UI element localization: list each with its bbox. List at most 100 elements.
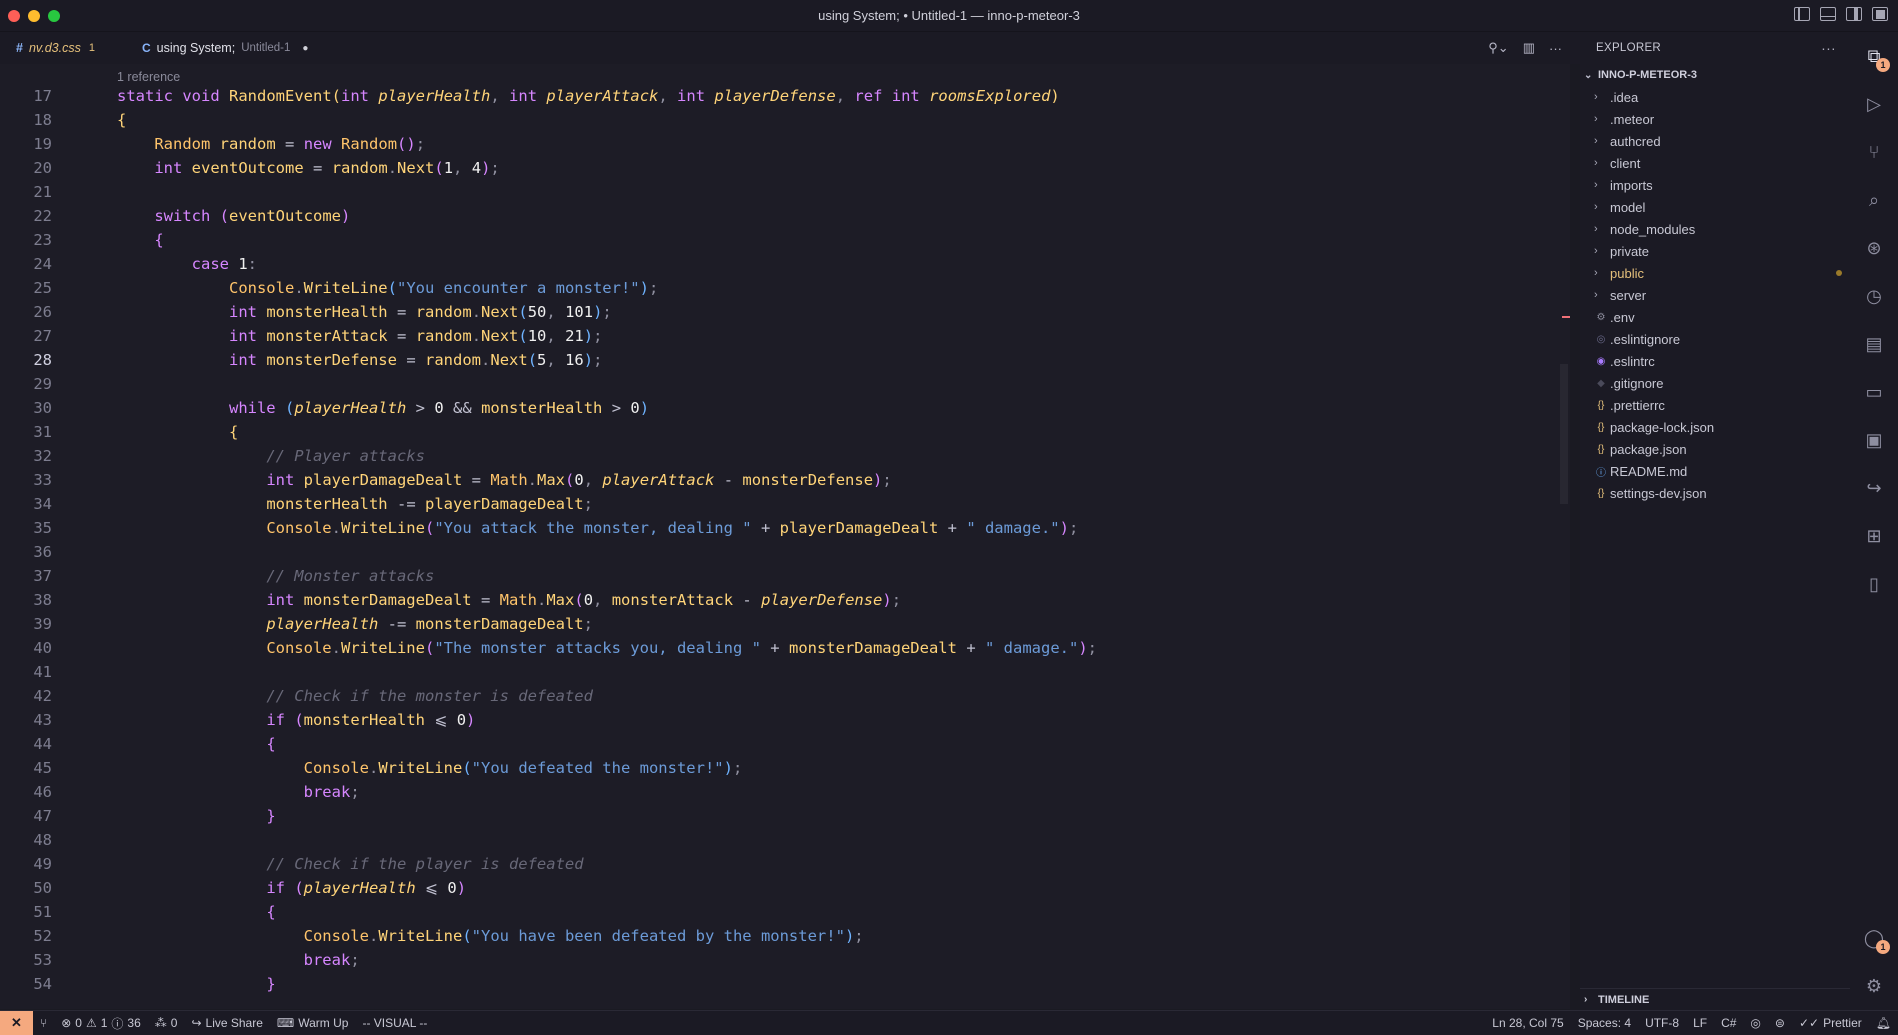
code-line[interactable]: 17 static void RandomEvent(int playerHeal… bbox=[0, 84, 1560, 108]
code-line[interactable]: 51 { bbox=[0, 900, 1560, 924]
code-line[interactable]: 30 while (playerHealth > 0 && monsterHea… bbox=[0, 396, 1560, 420]
prettier-status[interactable]: ✓✓ Prettier bbox=[1792, 1016, 1869, 1030]
customize-layout-icon[interactable] bbox=[1872, 7, 1888, 21]
tree-file[interactable]: {} settings-dev.json bbox=[1580, 482, 1850, 504]
timeline-section[interactable]: › TIMELINE bbox=[1580, 988, 1850, 1010]
settings-gear-icon[interactable]: ⚙ bbox=[1862, 974, 1886, 998]
unsaved-dot-icon[interactable]: ● bbox=[302, 43, 308, 54]
git-history-icon[interactable]: ◷ bbox=[1862, 284, 1886, 308]
code-line[interactable]: 45 Console.WriteLine("You defeated the m… bbox=[0, 756, 1560, 780]
code-line[interactable]: 24 case 1: bbox=[0, 252, 1560, 276]
tree-folder[interactable]: › server bbox=[1580, 284, 1850, 306]
code-line[interactable]: 23 { bbox=[0, 228, 1560, 252]
code-editor[interactable]: 1 reference 17 static void RandomEvent(in… bbox=[0, 64, 1570, 1009]
tree-file[interactable]: {} .prettierrc bbox=[1580, 394, 1850, 416]
code-line[interactable]: 37 // Monster attacks bbox=[0, 564, 1560, 588]
tree-file[interactable]: ◎ .eslintignore bbox=[1580, 328, 1850, 350]
language-mode[interactable]: C# bbox=[1714, 1016, 1743, 1030]
code-line[interactable]: 44 { bbox=[0, 732, 1560, 756]
code-line[interactable]: 31 { bbox=[0, 420, 1560, 444]
end-of-line[interactable]: LF bbox=[1686, 1016, 1714, 1030]
code-line[interactable]: 19 Random random = new Random(); bbox=[0, 132, 1560, 156]
code-line[interactable]: 40 Console.WriteLine("The monster attack… bbox=[0, 636, 1560, 660]
workspace-folder[interactable]: ⌄ INNO-P-METEOR-3 bbox=[1580, 64, 1850, 86]
split-editor-icon[interactable]: ▥ bbox=[1523, 40, 1535, 56]
tree-folder[interactable]: › authcred bbox=[1580, 130, 1850, 152]
code-line[interactable]: 32 // Player attacks bbox=[0, 444, 1560, 468]
code-line[interactable]: 41 bbox=[0, 660, 1560, 684]
tab-untitled-1[interactable]: C using System; Untitled-1 ● bbox=[132, 32, 332, 64]
ellipsis-icon[interactable]: ··· bbox=[1821, 40, 1836, 56]
code-line[interactable]: 18 { bbox=[0, 108, 1560, 132]
tree-file[interactable]: {} package-lock.json bbox=[1580, 416, 1850, 438]
indentation[interactable]: Spaces: 4 bbox=[1571, 1016, 1638, 1030]
warm-up-button[interactable]: ⌨ Warm Up bbox=[270, 1016, 356, 1030]
remote-explorer-icon[interactable]: ▣ bbox=[1862, 428, 1886, 452]
code-line[interactable]: 28 int monsterDefense = random.Next(5, 1… bbox=[0, 348, 1560, 372]
live-share-button[interactable]: ↪ Live Share bbox=[184, 1016, 269, 1030]
more-actions-icon[interactable]: ··· bbox=[1549, 41, 1562, 56]
code-line[interactable]: 42 // Check if the monster is defeated bbox=[0, 684, 1560, 708]
run-code-icon[interactable]: ⚲⌄ bbox=[1488, 40, 1508, 56]
code-line[interactable]: 35 Console.WriteLine("You attack the mon… bbox=[0, 516, 1560, 540]
run-debug-icon[interactable]: ▷ bbox=[1862, 92, 1886, 116]
tab-nv-d3-css[interactable]: # nv.d3.css 1 bbox=[10, 32, 130, 64]
code-line[interactable]: 49 // Check if the player is defeated bbox=[0, 852, 1560, 876]
codelens-references[interactable]: 1 reference bbox=[117, 70, 180, 84]
code-line[interactable]: 54 } bbox=[0, 972, 1560, 996]
tree-folder[interactable]: › .meteor bbox=[1580, 108, 1850, 130]
code-line[interactable]: 39 playerHealth -= monsterDamageDealt; bbox=[0, 612, 1560, 636]
code-line[interactable]: 36 bbox=[0, 540, 1560, 564]
code-line[interactable]: 25 Console.WriteLine("You encounter a mo… bbox=[0, 276, 1560, 300]
tree-file[interactable]: ⚙ .env bbox=[1580, 306, 1850, 328]
code-line[interactable]: 27 int monsterAttack = random.Next(10, 2… bbox=[0, 324, 1560, 348]
code-line[interactable]: 21 bbox=[0, 180, 1560, 204]
panels-icon[interactable]: ▤ bbox=[1862, 332, 1886, 356]
search-icon[interactable]: ⌕ bbox=[1862, 188, 1886, 212]
tree-file[interactable]: {} package.json bbox=[1580, 438, 1850, 460]
code-line[interactable]: 29 bbox=[0, 372, 1560, 396]
ports-indicator[interactable]: ⁂ 0 bbox=[148, 1016, 185, 1030]
git-graph-icon[interactable]: ⊛ bbox=[1862, 236, 1886, 260]
code-line[interactable]: 38 int monsterDamageDealt = Math.Max(0, … bbox=[0, 588, 1560, 612]
docker-icon[interactable]: ▯ bbox=[1862, 572, 1886, 596]
cursor-position[interactable]: Ln 28, Col 75 bbox=[1485, 1016, 1570, 1030]
notifications-bell-icon[interactable]: 🔔︎ bbox=[1869, 1016, 1898, 1030]
code-line[interactable]: 50 if (playerHealth ⩽ 0) bbox=[0, 876, 1560, 900]
tree-folder[interactable]: › node_modules bbox=[1580, 218, 1850, 240]
code-line[interactable]: 48 bbox=[0, 828, 1560, 852]
toggle-panel-icon[interactable] bbox=[1820, 7, 1836, 21]
problems-indicator[interactable]: ⊗ 0 ⚠ 1 ⓘ 36 bbox=[54, 1015, 148, 1032]
toggle-primary-sidebar-icon[interactable] bbox=[1794, 7, 1810, 21]
code-line[interactable]: 43 if (monsterHealth ⩽ 0) bbox=[0, 708, 1560, 732]
tree-folder[interactable]: › model bbox=[1580, 196, 1850, 218]
code-line[interactable]: 47 } bbox=[0, 804, 1560, 828]
code-line[interactable]: 46 break; bbox=[0, 780, 1560, 804]
editor-scrollbar[interactable] bbox=[1560, 364, 1568, 504]
live-share-icon[interactable]: ↪ bbox=[1862, 476, 1886, 500]
tree-file[interactable]: ◉ .eslintrc bbox=[1580, 350, 1850, 372]
tree-folder[interactable]: › imports bbox=[1580, 174, 1850, 196]
copilot-icon[interactable]: ◎ bbox=[1743, 1016, 1767, 1030]
code-line[interactable]: 33 int playerDamageDealt = Math.Max(0, p… bbox=[0, 468, 1560, 492]
accounts-icon[interactable]: ◯ 1 bbox=[1862, 926, 1890, 954]
code-line[interactable]: 52 Console.WriteLine("You have been defe… bbox=[0, 924, 1560, 948]
branch-icon[interactable]: ⑂ bbox=[33, 1016, 54, 1030]
code-line[interactable]: 53 break; bbox=[0, 948, 1560, 972]
remote-indicator[interactable]: ✕ bbox=[0, 1010, 33, 1035]
code-line[interactable]: 22 switch (eventOutcome) bbox=[0, 204, 1560, 228]
code-line[interactable]: 34 monsterHealth -= playerDamageDealt; bbox=[0, 492, 1560, 516]
sync-icon[interactable]: ⊜ bbox=[1768, 1016, 1792, 1030]
comments-icon[interactable]: ▭ bbox=[1862, 380, 1886, 404]
source-control-icon[interactable]: ⑂ bbox=[1862, 140, 1886, 164]
toggle-secondary-sidebar-icon[interactable] bbox=[1846, 7, 1862, 21]
tree-file[interactable]: ◆ .gitignore bbox=[1580, 372, 1850, 394]
code-line[interactable]: 26 int monsterHealth = random.Next(50, 1… bbox=[0, 300, 1560, 324]
tree-folder[interactable]: › client bbox=[1580, 152, 1850, 174]
code-line[interactable]: 20 int eventOutcome = random.Next(1, 4); bbox=[0, 156, 1560, 180]
files-icon[interactable]: ⧉ 1 bbox=[1862, 44, 1890, 72]
tree-folder[interactable]: › private bbox=[1580, 240, 1850, 262]
tree-file[interactable]: ⓘ README.md bbox=[1580, 460, 1850, 482]
extensions-icon[interactable]: ⊞ bbox=[1862, 524, 1886, 548]
tree-folder[interactable]: › public bbox=[1580, 262, 1850, 284]
